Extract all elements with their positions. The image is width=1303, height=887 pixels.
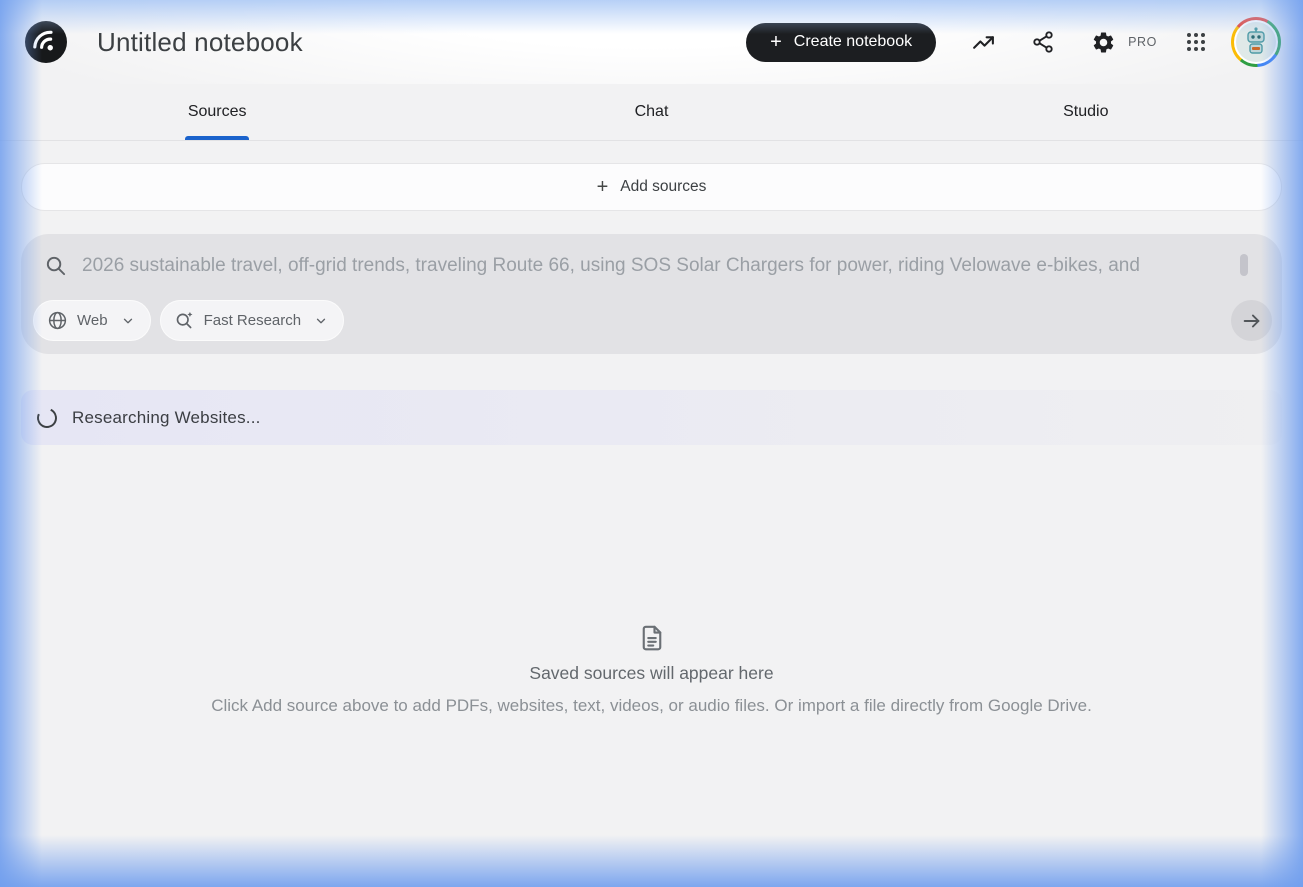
active-tab-underline xyxy=(185,136,249,140)
user-avatar[interactable] xyxy=(1231,17,1281,67)
top-bar: Untitled notebook + Create notebook xyxy=(0,0,1303,84)
status-text: Researching Websites... xyxy=(72,408,261,428)
tab-sources[interactable]: Sources xyxy=(0,84,434,140)
web-scope-dropdown[interactable]: Web xyxy=(33,300,151,341)
notebooklm-logo-icon[interactable] xyxy=(25,21,67,63)
discover-sources-card: 2026 sustainable travel, off-grid trends… xyxy=(21,234,1282,354)
create-notebook-button[interactable]: + Create notebook xyxy=(746,23,936,62)
panel-tabs: Sources Chat Studio xyxy=(0,84,1303,141)
add-sources-button[interactable]: + Add sources xyxy=(21,163,1282,211)
pro-badge: PRO xyxy=(1128,35,1157,49)
robot-avatar-image xyxy=(1234,20,1278,64)
research-mode-dropdown[interactable]: Fast Research xyxy=(160,300,345,341)
tab-chat[interactable]: Chat xyxy=(434,84,868,140)
submit-search-button[interactable] xyxy=(1231,300,1272,341)
notebooklm-app: Untitled notebook + Create notebook xyxy=(0,0,1303,716)
chevron-down-icon xyxy=(314,314,328,328)
search-icon xyxy=(44,254,67,277)
loading-spinner-icon xyxy=(34,405,60,431)
research-status-banner: Researching Websites... xyxy=(21,390,1282,445)
apps-grid-icon[interactable] xyxy=(1183,29,1209,55)
notebook-title[interactable]: Untitled notebook xyxy=(97,27,303,58)
document-icon xyxy=(637,623,667,653)
chevron-down-icon xyxy=(121,314,135,328)
source-search-input[interactable]: 2026 sustainable travel, off-grid trends… xyxy=(82,255,1226,277)
empty-state-description: Click Add source above to add PDFs, webs… xyxy=(211,696,1092,716)
search-sparkle-icon xyxy=(174,310,195,331)
share-icon[interactable] xyxy=(1030,29,1056,55)
settings-gear-icon[interactable] xyxy=(1090,29,1116,55)
globe-icon xyxy=(47,310,68,331)
tab-studio[interactable]: Studio xyxy=(869,84,1303,140)
scrollbar-thumb[interactable] xyxy=(1240,254,1248,276)
trending-up-icon[interactable] xyxy=(970,29,996,55)
sources-panel: + Add sources 2026 sustainable travel, o… xyxy=(0,163,1303,716)
plus-icon: + xyxy=(770,32,782,52)
empty-state-title: Saved sources will appear here xyxy=(529,663,773,684)
empty-sources-state: Saved sources will appear here Click Add… xyxy=(21,623,1282,716)
arrow-right-icon xyxy=(1241,310,1263,332)
plus-icon: + xyxy=(597,176,609,199)
